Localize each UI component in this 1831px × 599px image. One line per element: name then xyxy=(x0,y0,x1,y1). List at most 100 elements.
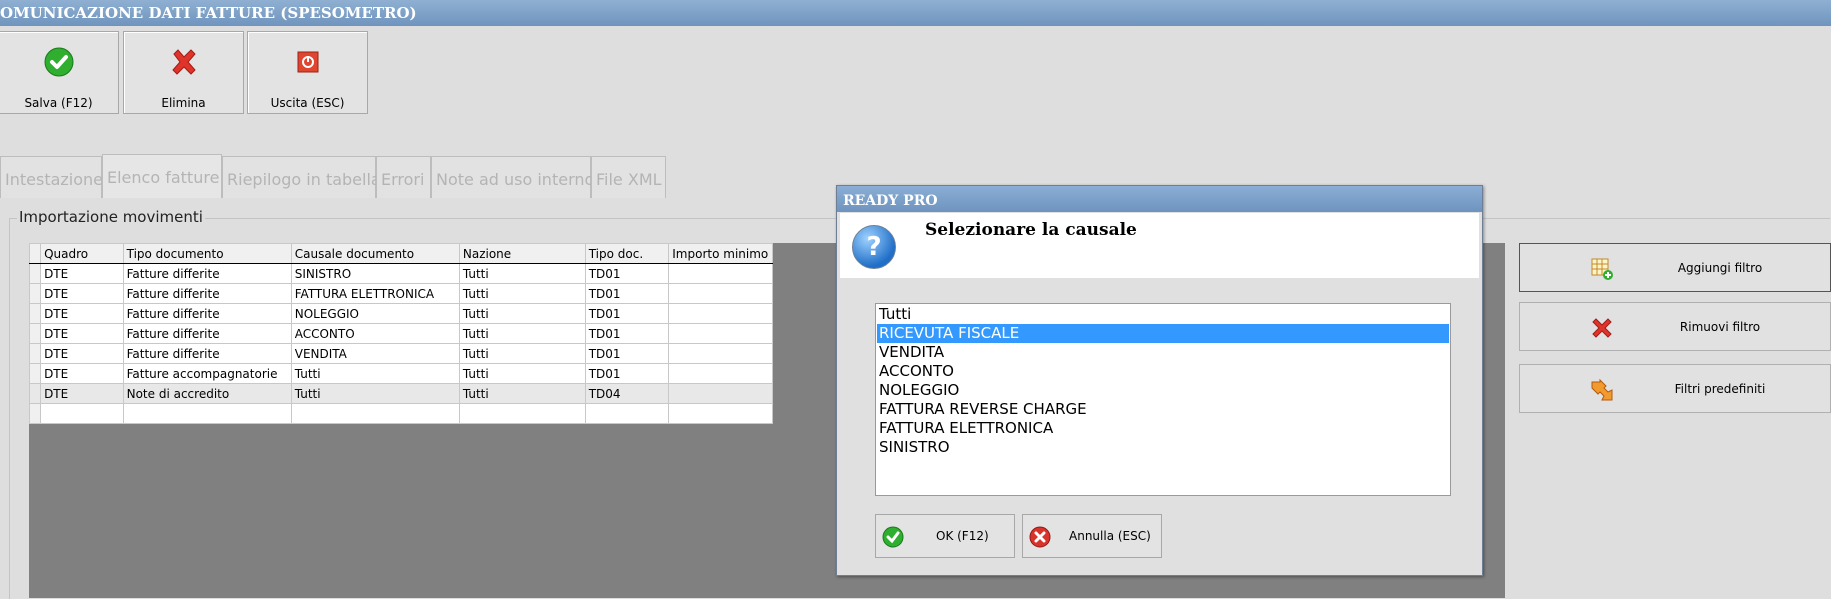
table-row[interactable]: DTE Fatture differite VENDITA Tutti TD01 xyxy=(28,343,773,364)
movements-grid[interactable]: Quadro Tipo documento Causale documento … xyxy=(28,243,773,424)
cell-tipo-doc[interactable]: TD01 xyxy=(584,343,670,364)
cell-tipo-documento[interactable]: Fatture differite xyxy=(122,283,292,304)
cell-importo-minimo[interactable] xyxy=(668,283,773,304)
row-selector[interactable] xyxy=(28,363,42,384)
row-selector[interactable] xyxy=(28,303,42,324)
cell-causale-documento[interactable]: SINISTRO xyxy=(290,263,460,284)
column-header-tipo-doc[interactable]: Tipo doc. xyxy=(584,243,670,264)
empty-cell[interactable] xyxy=(668,403,773,424)
tab-elenco-fatture[interactable]: Elenco fatture xyxy=(102,154,222,198)
cell-nazione[interactable]: Tutti xyxy=(458,343,586,364)
list-item[interactable]: Tutti xyxy=(876,305,1450,324)
list-item[interactable]: RICEVUTA FISCALE xyxy=(877,324,1449,343)
cell-tipo-documento[interactable]: Fatture differite xyxy=(122,323,292,344)
column-header-nazione[interactable]: Nazione xyxy=(458,243,586,264)
select-causale-dialog: READY PRO ? Selezionare la causale Tutti… xyxy=(836,185,1483,576)
cell-importo-minimo[interactable] xyxy=(668,323,773,344)
cell-importo-minimo[interactable] xyxy=(668,383,773,404)
cell-causale-documento[interactable]: ACCONTO xyxy=(290,323,460,344)
row-selector[interactable] xyxy=(28,283,42,304)
cell-nazione[interactable]: Tutti xyxy=(458,383,586,404)
cell-importo-minimo[interactable] xyxy=(668,263,773,284)
cell-nazione[interactable]: Tutti xyxy=(458,323,586,344)
remove-filter-button[interactable]: Rimuovi filtro xyxy=(1519,302,1831,351)
cell-quadro[interactable]: DTE xyxy=(40,303,124,324)
cell-quadro[interactable]: DTE xyxy=(40,383,124,404)
cell-tipo-documento[interactable]: Fatture accompagnatorie xyxy=(122,363,292,384)
table-row[interactable]: DTE Fatture differite FATTURA ELETTRONICA T… xyxy=(28,283,773,304)
cell-nazione[interactable]: Tutti xyxy=(458,303,586,324)
cell-nazione[interactable]: Tutti xyxy=(458,263,586,284)
cell-nazione[interactable]: Tutti xyxy=(458,363,586,384)
list-item[interactable]: FATTURA REVERSE CHARGE xyxy=(876,400,1450,419)
cell-quadro[interactable]: DTE xyxy=(40,363,124,384)
delete-button-label: Elimina xyxy=(161,96,206,110)
list-item[interactable]: NOLEGGIO xyxy=(876,381,1450,400)
column-header-tipo-documento[interactable]: Tipo documento xyxy=(122,243,292,264)
cell-tipo-doc[interactable]: TD01 xyxy=(584,283,670,304)
cell-importo-minimo[interactable] xyxy=(668,303,773,324)
cell-tipo-documento[interactable]: Note di accredito xyxy=(122,383,292,404)
cell-causale-documento[interactable]: FATTURA ELETTRONICA xyxy=(290,283,460,304)
tab-file-xml[interactable]: File XML xyxy=(591,156,666,198)
table-row[interactable]: DTE Fatture accompagnatorie Tutti Tutti TD01 xyxy=(28,363,773,384)
exit-button[interactable]: Uscita (ESC) xyxy=(247,31,368,114)
cell-importo-minimo[interactable] xyxy=(668,343,773,364)
row-selector[interactable] xyxy=(28,383,42,404)
table-row[interactable]: DTE Fatture differite ACCONTO Tutti TD01 xyxy=(28,323,773,344)
import-group-legend: Importazione movimenti xyxy=(17,208,205,226)
cell-causale-documento[interactable]: VENDITA xyxy=(290,343,460,364)
cell-tipo-doc[interactable]: TD04 xyxy=(584,383,670,404)
cell-importo-minimo[interactable] xyxy=(668,363,773,384)
cell-tipo-doc[interactable]: TD01 xyxy=(584,263,670,284)
list-item[interactable]: ACCONTO xyxy=(876,362,1450,381)
empty-cell[interactable] xyxy=(40,403,124,424)
empty-cell[interactable] xyxy=(290,403,460,424)
row-selector[interactable] xyxy=(28,403,42,424)
cancel-button[interactable]: Annulla (ESC) xyxy=(1022,514,1162,558)
remove-filter-label: Rimuovi filtro xyxy=(1679,320,1761,334)
table-row[interactable]: DTE Note di accredito Tutti Tutti TD04 xyxy=(28,383,773,404)
empty-cell[interactable] xyxy=(122,403,292,424)
cell-causale-documento[interactable]: Tutti xyxy=(290,363,460,384)
table-row[interactable]: DTE Fatture differite NOLEGGIO Tutti TD01 xyxy=(28,303,773,324)
new-row[interactable] xyxy=(28,403,773,424)
row-selector[interactable] xyxy=(28,263,42,284)
list-item[interactable]: VENDITA xyxy=(876,343,1450,362)
list-item[interactable]: FATTURA ELETTRONICA xyxy=(876,419,1450,438)
add-filter-button[interactable]: Aggiungi filtro xyxy=(1519,243,1831,292)
dialog-message: Selezionare la causale xyxy=(925,220,1137,240)
column-header-importo-minimo[interactable]: Importo minimo xyxy=(668,243,773,264)
causale-listbox[interactable]: Tutti RICEVUTA FISCALE VENDITA ACCONTO NOLEG… xyxy=(875,303,1451,496)
cell-quadro[interactable]: DTE xyxy=(40,323,124,344)
cell-quadro[interactable]: DTE xyxy=(40,283,124,304)
cell-causale-documento[interactable]: Tutti xyxy=(290,383,460,404)
preset-filters-button[interactable]: Filtri predefiniti xyxy=(1519,364,1831,413)
delete-button[interactable]: Elimina xyxy=(123,31,244,114)
cell-causale-documento[interactable]: NOLEGGIO xyxy=(290,303,460,324)
cell-nazione[interactable]: Tutti xyxy=(458,283,586,304)
cell-quadro[interactable]: DTE xyxy=(40,263,124,284)
cell-tipo-documento[interactable]: Fatture differite xyxy=(122,343,292,364)
column-header-quadro[interactable]: Quadro xyxy=(40,243,124,264)
add-table-icon xyxy=(1591,258,1613,280)
cell-tipo-doc[interactable]: TD01 xyxy=(584,323,670,344)
list-item[interactable]: SINISTRO xyxy=(876,438,1450,457)
tab-note-uso-interno[interactable]: Note ad uso interno xyxy=(431,156,594,198)
tab-riepilogo-in-tabella[interactable]: Riepilogo in tabella xyxy=(222,156,381,198)
cell-tipo-doc[interactable]: TD01 xyxy=(584,363,670,384)
tab-errori[interactable]: Errori xyxy=(376,156,431,198)
ok-button[interactable]: OK (F12) xyxy=(875,514,1015,558)
tab-intestazione[interactable]: Intestazione xyxy=(0,156,103,198)
empty-cell[interactable] xyxy=(584,403,670,424)
row-selector[interactable] xyxy=(28,343,42,364)
column-header-causale-documento[interactable]: Causale documento xyxy=(290,243,460,264)
save-button[interactable]: Salva (F12) xyxy=(0,31,119,114)
cell-tipo-doc[interactable]: TD01 xyxy=(584,303,670,324)
empty-cell[interactable] xyxy=(458,403,586,424)
cell-quadro[interactable]: DTE xyxy=(40,343,124,364)
cell-tipo-documento[interactable]: Fatture differite xyxy=(122,303,292,324)
table-row[interactable]: DTE Fatture differite SINISTRO Tutti TD01 xyxy=(28,263,773,284)
row-selector[interactable] xyxy=(28,323,42,344)
cell-tipo-documento[interactable]: Fatture differite xyxy=(122,263,292,284)
